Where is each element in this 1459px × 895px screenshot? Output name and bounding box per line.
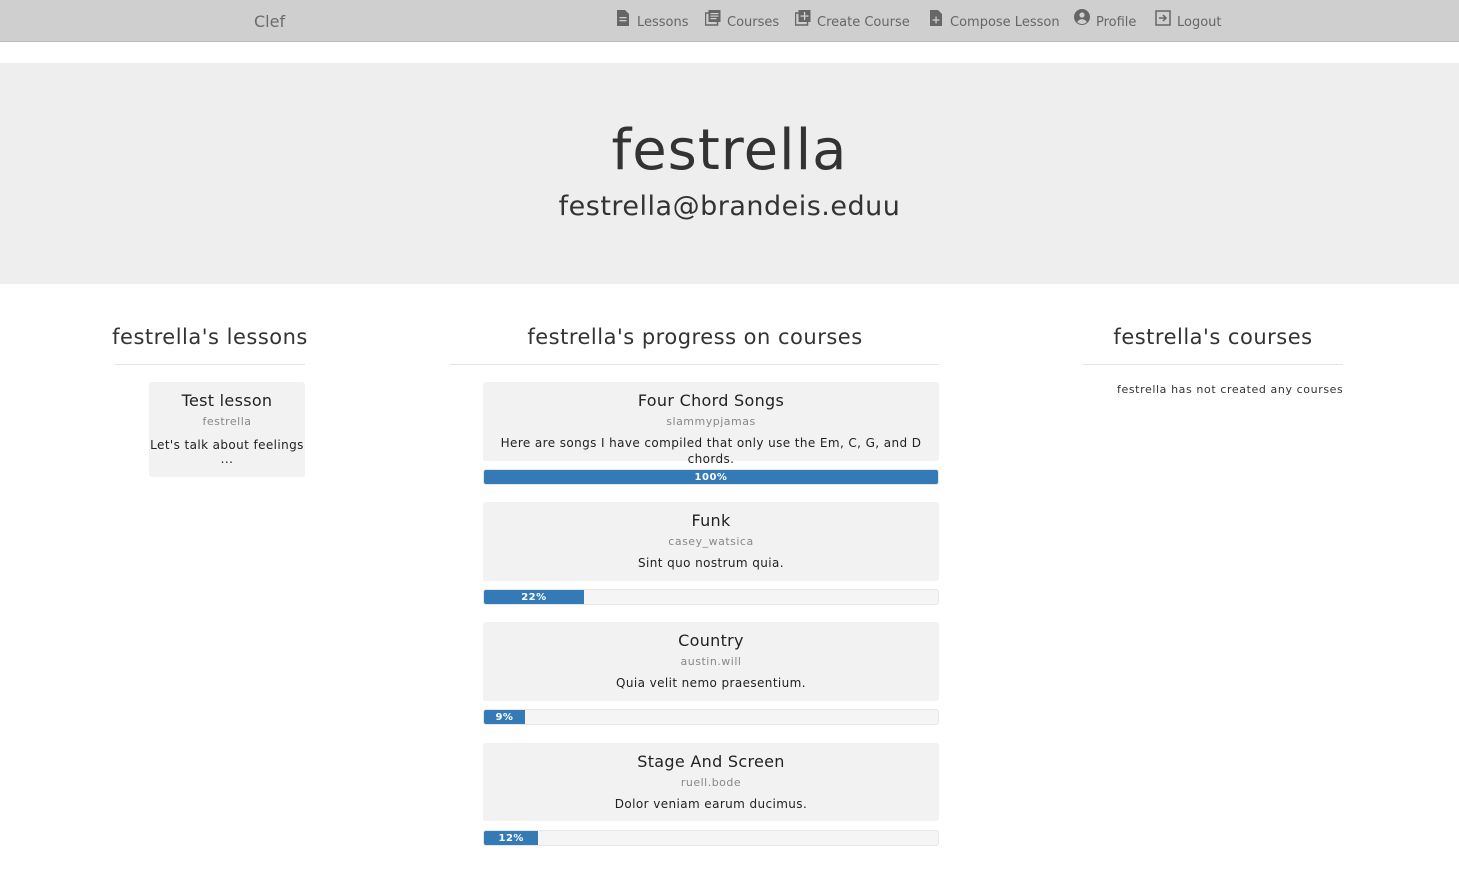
course-progress-fill: 9%	[484, 710, 525, 724]
nav-create-course-label: Create Course	[817, 15, 910, 30]
course-progress-bar: 22%	[483, 589, 939, 605]
course-progress-bar: 12%	[483, 830, 939, 846]
course-author: austin.will	[680, 655, 742, 668]
lesson-author: festrella	[202, 415, 252, 428]
account-circle-icon	[1074, 9, 1090, 25]
lesson-title[interactable]: Test lesson	[149, 391, 305, 410]
brand-logo[interactable]: Clef	[254, 12, 285, 31]
note-add-icon	[930, 10, 942, 26]
top-navbar: Clef Lessons Courses Create Course Compo…	[0, 0, 1459, 42]
progress-heading: festrella's progress on courses	[527, 325, 863, 349]
exit-icon	[1155, 10, 1171, 26]
nav-courses-label: Courses	[727, 15, 780, 30]
profile-header: festrella festrella@brandeis.eduu	[0, 63, 1459, 284]
course-description: Here are songs I have compiled that only…	[500, 436, 922, 466]
nav-compose-lesson-label: Compose Lesson	[950, 15, 1060, 30]
nav-logout-label: Logout	[1177, 15, 1222, 30]
nav-lessons[interactable]: Lessons	[615, 9, 689, 33]
library-icon	[705, 10, 721, 26]
course-progress-fill: 12%	[484, 831, 539, 845]
course-title[interactable]: Four Chord Songs	[483, 391, 939, 410]
nav-courses[interactable]: Courses	[705, 9, 779, 33]
course-card[interactable]: Funk casey_watsica Sint quo nostrum quia…	[483, 502, 939, 581]
courses-heading: festrella's courses	[1113, 325, 1313, 349]
course-author: casey_watsica	[668, 535, 754, 548]
add-box-icon	[795, 10, 811, 26]
lesson-description: Let's talk about feelings	[150, 438, 304, 452]
course-card[interactable]: Country austin.will Quia velit nemo prae…	[483, 622, 939, 701]
course-progress-fill: 22%	[484, 590, 584, 604]
lessons-divider	[115, 364, 305, 365]
document-icon	[617, 10, 629, 26]
course-description: Dolor veniam earum ducimus.	[614, 797, 808, 811]
course-description: Sint quo nostrum quia.	[638, 556, 784, 570]
lesson-card[interactable]: Test lesson festrella Let's talk about f…	[149, 382, 305, 477]
profile-username: festrella	[611, 118, 848, 183]
nav-create-course[interactable]: Create Course	[795, 9, 910, 33]
progress-divider	[450, 364, 939, 365]
nav-profile[interactable]: Profile	[1074, 9, 1136, 33]
nav-logout[interactable]: Logout	[1155, 9, 1222, 33]
nav-profile-label: Profile	[1096, 15, 1137, 30]
no-courses-message: festrella has not created any courses	[1117, 383, 1344, 396]
profile-email: festrella@brandeis.eduu	[558, 191, 901, 222]
course-card[interactable]: Four Chord Songs slammypjamas Here are s…	[483, 382, 939, 466]
lesson-more: ...	[220, 452, 234, 466]
course-progress-fill: 100%	[484, 470, 938, 484]
course-description: Quia velit nemo praesentium.	[616, 676, 806, 690]
course-title[interactable]: Funk	[483, 511, 939, 530]
course-progress-bar: 100%	[483, 469, 939, 485]
lessons-heading: festrella's lessons	[112, 325, 308, 349]
course-title[interactable]: Stage And Screen	[483, 752, 939, 771]
course-title[interactable]: Country	[483, 631, 939, 650]
courses-divider	[1083, 364, 1343, 365]
nav-compose-lesson[interactable]: Compose Lesson	[928, 9, 1060, 33]
course-progress-bar: 9%	[483, 709, 939, 725]
course-card[interactable]: Stage And Screen ruell.bode Dolor veniam…	[483, 743, 939, 821]
course-author: slammypjamas	[666, 415, 756, 428]
course-author: ruell.bode	[680, 776, 742, 789]
nav-lessons-label: Lessons	[637, 15, 689, 30]
